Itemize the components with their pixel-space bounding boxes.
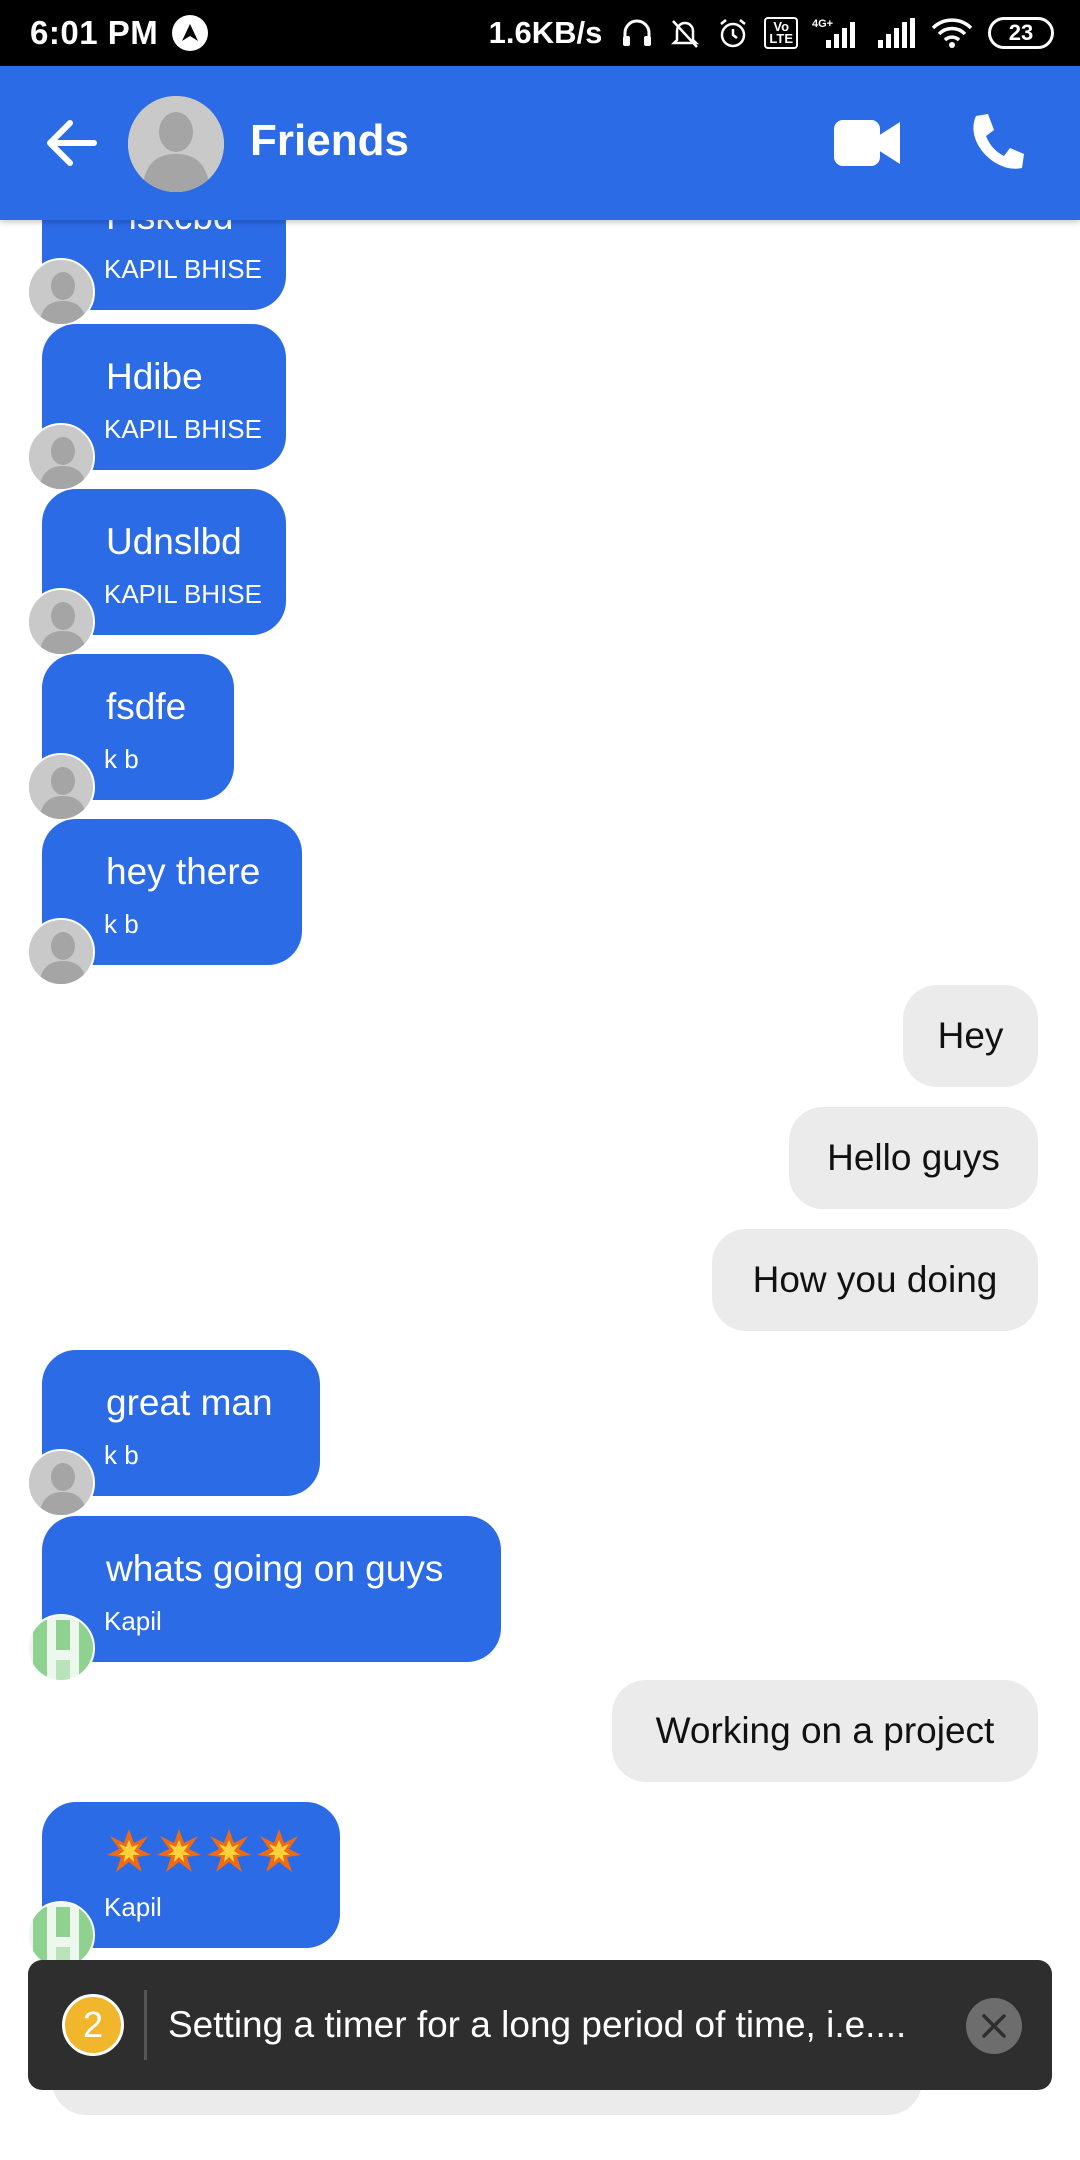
sender-avatar[interactable] [27,918,95,986]
signal-icon [876,16,916,50]
person-silhouette-icon [29,1451,93,1515]
alarm-icon [716,16,750,50]
person-silhouette-icon [29,920,93,984]
message-sender: KAPIL BHISE [104,579,262,609]
message-sender: KAPIL BHISE [104,254,262,284]
sender-avatar[interactable] [27,753,95,821]
collision-emoji-icon [157,1829,201,1872]
volte-icon: Vo LTE [764,17,798,49]
battery-icon: 23 [988,17,1054,49]
bell-muted-icon [668,16,702,50]
message-sender: k b [104,744,139,774]
sender-avatar[interactable] [27,588,95,656]
group-avatar[interactable] [128,96,224,192]
phone-icon [973,114,1024,169]
headphones-icon [620,16,654,50]
emoji-row [106,1828,302,1874]
message-bubble-outgoing[interactable]: How you doing [712,1229,1038,1331]
pattern-avatar[interactable] [27,1614,95,1682]
message-sender: KAPIL BHISE [104,414,262,444]
close-icon [982,2014,1006,2038]
message-text: Hdibe [106,356,203,397]
message-bubble-outgoing[interactable]: Hello guys [789,1107,1038,1209]
status-time: 6:01 PM [30,14,159,51]
message-sender: Kapil [104,1606,162,1636]
toast-close-button[interactable] [966,1998,1022,2054]
collision-emoji-icon [207,1829,251,1872]
identicon-pattern-icon [29,1616,93,1680]
pattern-avatar[interactable] [27,1901,95,1969]
status-bar: 6:01 PM 1.6KB/s Vo LTE 4G+ 23 [0,0,1080,66]
signal-4g-icon: 4G+ [812,16,862,50]
message-bubble-incoming[interactable]: whats going on guys Kapil [42,1516,501,1662]
warning-toast[interactable]: 2 Setting a timer for a long period of t… [28,1960,1052,2090]
back-arrow-icon [47,120,97,166]
message-sender: k b [104,909,139,939]
toast-message[interactable]: Setting a timer for a long period of tim… [168,2004,968,2046]
message-text: whats going on guys [106,1548,444,1589]
sender-avatar[interactable] [27,423,95,491]
message-text: Udnslbd [106,521,242,562]
svg-text:4G+: 4G+ [812,18,833,30]
battery-level: 23 [1008,20,1034,45]
status-right: 1.6KB/s Vo LTE 4G+ 23 [489,15,1054,51]
navigation-arrow-icon [172,15,209,51]
sender-avatar[interactable] [27,1449,95,1517]
message-text: hey there [106,851,261,892]
video-call-button[interactable] [832,116,902,170]
video-camera-icon [834,120,900,166]
message-text: great man [106,1382,273,1423]
page-title[interactable]: Friends [250,116,409,166]
person-silhouette-icon [128,96,224,192]
person-silhouette-icon [29,425,93,489]
message-bubble-outgoing[interactable]: Working on a project [612,1680,1038,1782]
collision-emoji-icon [107,1829,151,1872]
message-bubble-outgoing[interactable]: Hey [903,985,1038,1087]
person-silhouette-icon [29,260,93,324]
person-silhouette-icon [29,755,93,819]
wifi-icon [930,16,974,50]
voice-call-button[interactable] [966,112,1024,174]
toast-divider [144,1990,147,2060]
status-left: 6:01 PM [30,14,209,52]
collision-emoji-icon [257,1829,301,1872]
chat-area[interactable]: Fiskcbd KAPIL BHISE Hdibe KAPIL BHISE Ud… [0,220,1080,2160]
message-sender: Kapil [104,1892,162,1922]
warning-count-badge: 2 [62,1994,124,2056]
app-header: Friends [0,66,1080,220]
message-text: Fiskcbd [106,220,233,238]
message-sender: k b [104,1440,139,1470]
person-silhouette-icon [29,590,93,654]
message-text: fsdfe [106,686,187,727]
back-button[interactable] [44,118,98,168]
sender-avatar[interactable] [27,258,95,326]
net-speed: 1.6KB/s [488,15,603,50]
